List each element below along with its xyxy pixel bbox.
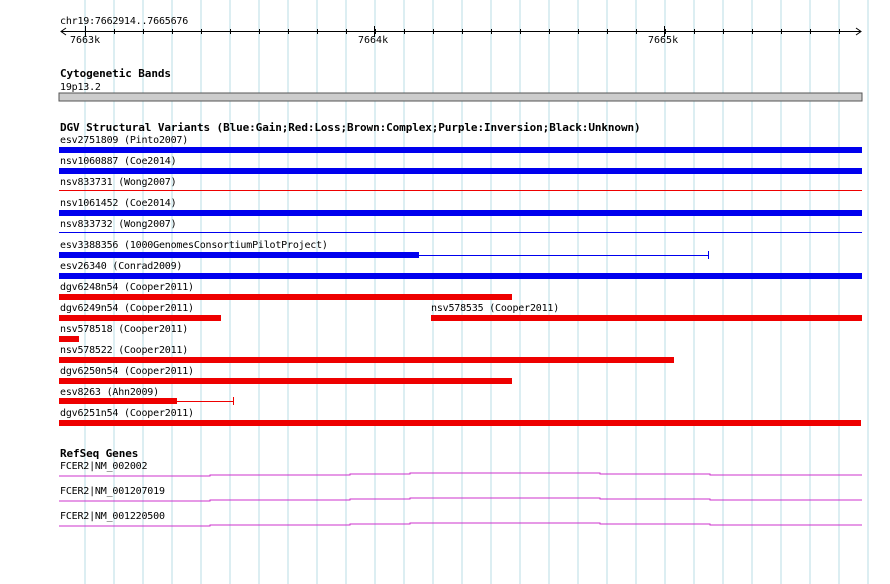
dgv-feature-bar bbox=[59, 210, 862, 216]
dgv-feature-bar bbox=[59, 168, 862, 174]
refseq-transcript-line bbox=[59, 497, 862, 502]
genome-browser-view: chr19:7662914..7665676 7663k 7664k 7665k… bbox=[0, 0, 890, 584]
dgv-feature-bar bbox=[431, 315, 862, 321]
dgv-feature-bar bbox=[59, 398, 177, 404]
dgv-feature-bar bbox=[59, 294, 512, 300]
cytoband-band bbox=[58, 92, 863, 102]
dgv-feature-bar bbox=[59, 357, 674, 363]
dgv-feature-bar bbox=[59, 420, 861, 426]
dgv-feature-bar bbox=[59, 315, 221, 321]
dgv-feature-bar bbox=[59, 273, 862, 279]
dgv-feature-bar bbox=[59, 232, 862, 233]
feature-tracks[interactable] bbox=[0, 0, 890, 584]
dgv-feature-bar bbox=[59, 378, 512, 384]
dgv-feature-bar bbox=[59, 336, 79, 342]
dgv-feature-bar bbox=[59, 147, 862, 153]
refseq-transcript-line bbox=[59, 472, 862, 477]
dgv-feature-bar bbox=[59, 252, 419, 258]
dgv-feature-bar bbox=[59, 190, 862, 191]
refseq-transcript-line bbox=[59, 522, 862, 527]
